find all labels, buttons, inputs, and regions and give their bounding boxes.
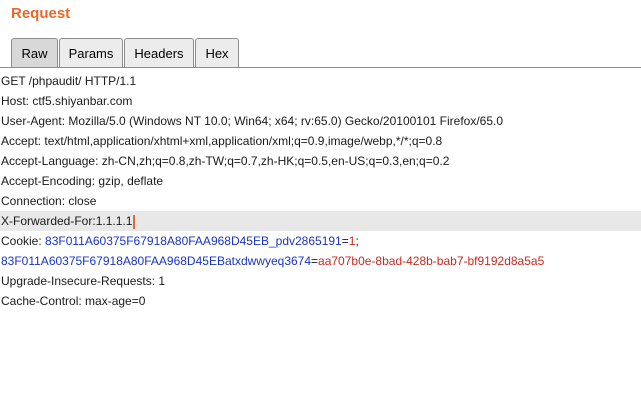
cookie-2-value[interactable]: aa707b0e-8bad-428b-bab7-bf9192d8a5a5	[318, 254, 544, 268]
header-cookie[interactable]: Cookie: 83F011A60375F67918A80FAA968D45EB…	[0, 231, 641, 251]
cookie-2-name[interactable]: 83F011A60375F67918A80FAA968D45EBatxdwwye…	[1, 254, 311, 268]
tab-params[interactable]: Params	[59, 38, 123, 67]
cookie-2-equals: =	[311, 254, 319, 268]
tab-raw[interactable]: Raw	[11, 38, 58, 67]
header-x-forwarded-for-line[interactable]: X-Forwarded-For:1.1.1.1	[0, 211, 641, 231]
header-cache-control[interactable]: Cache-Control: max-age=0	[0, 291, 641, 311]
text-caret	[133, 214, 136, 229]
raw-request-editor[interactable]: GET /phpaudit/ HTTP/1.1 Host: ctf5.shiya…	[0, 70, 641, 419]
header-connection[interactable]: Connection: close	[0, 191, 641, 211]
cookie-separator: ;	[355, 234, 359, 248]
cookie-1-equals: =	[341, 234, 349, 248]
header-user-agent[interactable]: User-Agent: Mozilla/5.0 (Windows NT 10.0…	[0, 111, 641, 131]
header-accept-language[interactable]: Accept-Language: zh-CN,zh;q=0.8,zh-TW;q=…	[0, 151, 641, 171]
header-accept[interactable]: Accept: text/html,application/xhtml+xml,…	[0, 131, 641, 151]
panel-title: Request	[11, 5, 71, 22]
cookie-1-name[interactable]: 83F011A60375F67918A80FAA968D45EB_pdv2865…	[45, 234, 342, 248]
request-panel-header: Request Raw Params Headers Hex	[0, 0, 641, 70]
tab-headers[interactable]: Headers	[124, 38, 194, 67]
tab-bar: Raw Params Headers Hex	[11, 38, 240, 67]
header-host[interactable]: Host: ctf5.shiyanbar.com	[0, 91, 641, 111]
header-x-forwarded-for[interactable]: X-Forwarded-For:1.1.1.1	[1, 214, 132, 228]
header-upgrade-insecure-requests[interactable]: Upgrade-Insecure-Requests: 1	[0, 271, 641, 291]
header-accept-encoding[interactable]: Accept-Encoding: gzip, deflate	[0, 171, 641, 191]
header-cookie-continued[interactable]: 83F011A60375F67918A80FAA968D45EBatxdwwye…	[0, 251, 641, 271]
tab-divider	[0, 67, 641, 68]
tab-hex[interactable]: Hex	[195, 38, 239, 67]
request-line[interactable]: GET /phpaudit/ HTTP/1.1	[0, 71, 641, 91]
cookie-label: Cookie:	[1, 234, 46, 248]
